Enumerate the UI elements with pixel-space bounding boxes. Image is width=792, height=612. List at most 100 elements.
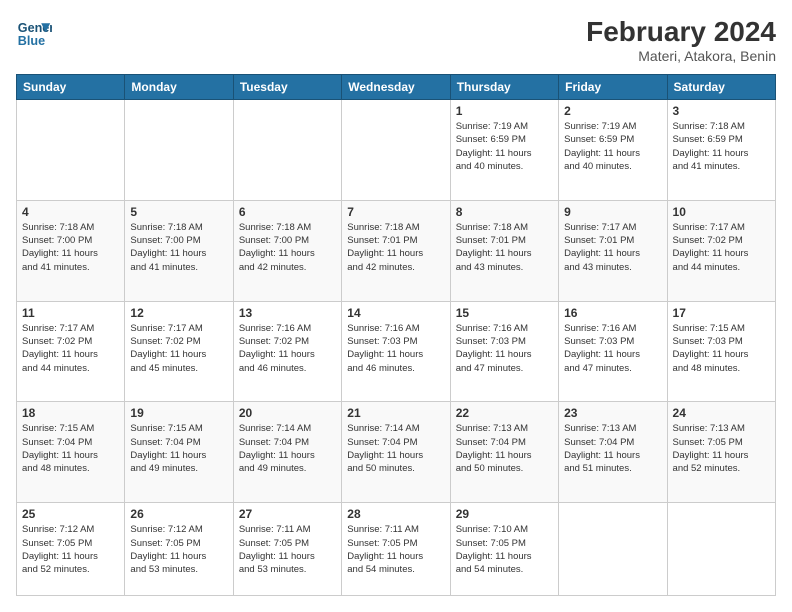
calendar-cell: 2Sunrise: 7:19 AM Sunset: 6:59 PM Daylig… <box>559 100 667 201</box>
cell-content: Sunrise: 7:17 AM Sunset: 7:01 PM Dayligh… <box>564 221 661 274</box>
calendar-cell: 16 Sunrise: 7:16 AM Sunset: 7:03 PM Dayli… <box>559 301 667 402</box>
calendar-body: 1 Sunrise: 7:19 AM Sunset: 6:59 PM Daylig… <box>17 100 776 596</box>
calendar-header-row: SundayMondayTuesdayWednesdayThursdayFrid… <box>17 75 776 100</box>
cell-content: Sunrise: 7:14 AM Sunset: 7:04 PM Dayligh… <box>347 422 444 475</box>
day-number: 17 <box>673 306 770 320</box>
cell-content: Sunrise: 7:12 AM Sunset: 7:05 PM Dayligh… <box>22 523 119 576</box>
cell-content: Sunrise: 7:16 AM Sunset: 7:03 PM Dayligh… <box>347 322 444 375</box>
logo: General Blue <box>16 16 52 52</box>
calendar-cell: 19Sunrise: 7:15 AM Sunset: 7:04 PM Dayli… <box>125 402 233 503</box>
day-number: 27 <box>239 507 336 521</box>
calendar-cell: 7Sunrise: 7:18 AM Sunset: 7:01 PM Daylig… <box>342 200 450 301</box>
week-row-4: 18 Sunrise: 7:15 AM Sunset: 7:04 PM Dayli… <box>17 402 776 503</box>
day-number: 12 <box>130 306 227 320</box>
calendar-cell: 27Sunrise: 7:11 AM Sunset: 7:05 PM Dayli… <box>233 503 341 596</box>
cell-content: Sunrise: 7:18 AM Sunset: 6:59 PM Dayligh… <box>673 120 770 173</box>
day-number: 4 <box>22 205 119 219</box>
calendar-cell <box>342 100 450 201</box>
day-number: 11 <box>22 306 119 320</box>
calendar-cell: 5 Sunrise: 7:18 AM Sunset: 7:00 PM Daylig… <box>125 200 233 301</box>
subtitle: Materi, Atakora, Benin <box>586 48 776 64</box>
cell-content: Sunrise: 7:19 AM Sunset: 6:59 PM Dayligh… <box>564 120 661 173</box>
main-title: February 2024 <box>586 16 776 48</box>
day-number: 1 <box>456 104 553 118</box>
cell-content: Sunrise: 7:18 AM Sunset: 7:00 PM Dayligh… <box>239 221 336 274</box>
cell-content: Sunrise: 7:13 AM Sunset: 7:04 PM Dayligh… <box>564 422 661 475</box>
day-number: 29 <box>456 507 553 521</box>
cell-content: Sunrise: 7:10 AM Sunset: 7:05 PM Dayligh… <box>456 523 553 576</box>
day-number: 25 <box>22 507 119 521</box>
day-number: 21 <box>347 406 444 420</box>
cell-content: Sunrise: 7:17 AM Sunset: 7:02 PM Dayligh… <box>22 322 119 375</box>
day-number: 8 <box>456 205 553 219</box>
day-number: 22 <box>456 406 553 420</box>
cell-content: Sunrise: 7:18 AM Sunset: 7:00 PM Dayligh… <box>22 221 119 274</box>
cell-content: Sunrise: 7:14 AM Sunset: 7:04 PM Dayligh… <box>239 422 336 475</box>
calendar-cell: 6 Sunrise: 7:18 AM Sunset: 7:00 PM Daylig… <box>233 200 341 301</box>
calendar-cell: 13 Sunrise: 7:16 AM Sunset: 7:02 PM Dayli… <box>233 301 341 402</box>
cell-content: Sunrise: 7:18 AM Sunset: 7:00 PM Dayligh… <box>130 221 227 274</box>
calendar-cell: 10Sunrise: 7:17 AM Sunset: 7:02 PM Dayli… <box>667 200 775 301</box>
calendar-header-sunday: Sunday <box>17 75 125 100</box>
calendar-cell <box>125 100 233 201</box>
page: General Blue February 2024 Materi, Atako… <box>0 0 792 612</box>
calendar-cell: 20Sunrise: 7:14 AM Sunset: 7:04 PM Dayli… <box>233 402 341 503</box>
day-number: 6 <box>239 205 336 219</box>
day-number: 18 <box>22 406 119 420</box>
cell-content: Sunrise: 7:16 AM Sunset: 7:03 PM Dayligh… <box>564 322 661 375</box>
calendar-cell: 28 Sunrise: 7:11 AM Sunset: 7:05 PM Dayli… <box>342 503 450 596</box>
calendar-header-friday: Friday <box>559 75 667 100</box>
calendar-table: SundayMondayTuesdayWednesdayThursdayFrid… <box>16 74 776 596</box>
cell-content: Sunrise: 7:12 AM Sunset: 7:05 PM Dayligh… <box>130 523 227 576</box>
calendar-cell: 25 Sunrise: 7:12 AM Sunset: 7:05 PM Dayli… <box>17 503 125 596</box>
header: General Blue February 2024 Materi, Atako… <box>16 16 776 64</box>
cell-content: Sunrise: 7:19 AM Sunset: 6:59 PM Dayligh… <box>456 120 553 173</box>
calendar-header-tuesday: Tuesday <box>233 75 341 100</box>
cell-content: Sunrise: 7:13 AM Sunset: 7:05 PM Dayligh… <box>673 422 770 475</box>
day-number: 15 <box>456 306 553 320</box>
svg-text:Blue: Blue <box>18 34 45 48</box>
day-number: 14 <box>347 306 444 320</box>
calendar-cell: 3 Sunrise: 7:18 AM Sunset: 6:59 PM Daylig… <box>667 100 775 201</box>
calendar-cell: 17 Sunrise: 7:15 AM Sunset: 7:03 PM Dayli… <box>667 301 775 402</box>
calendar-cell: 22Sunrise: 7:13 AM Sunset: 7:04 PM Dayli… <box>450 402 558 503</box>
cell-content: Sunrise: 7:18 AM Sunset: 7:01 PM Dayligh… <box>347 221 444 274</box>
calendar-cell: 26 Sunrise: 7:12 AM Sunset: 7:05 PM Dayli… <box>125 503 233 596</box>
calendar-cell: 24 Sunrise: 7:13 AM Sunset: 7:05 PM Dayli… <box>667 402 775 503</box>
calendar-cell: 14 Sunrise: 7:16 AM Sunset: 7:03 PM Dayli… <box>342 301 450 402</box>
day-number: 19 <box>130 406 227 420</box>
day-number: 23 <box>564 406 661 420</box>
calendar-cell: 4 Sunrise: 7:18 AM Sunset: 7:00 PM Daylig… <box>17 200 125 301</box>
day-number: 9 <box>564 205 661 219</box>
calendar-cell: 23 Sunrise: 7:13 AM Sunset: 7:04 PM Dayli… <box>559 402 667 503</box>
calendar-header-wednesday: Wednesday <box>342 75 450 100</box>
logo-icon: General Blue <box>16 16 52 52</box>
day-number: 13 <box>239 306 336 320</box>
day-number: 26 <box>130 507 227 521</box>
calendar-cell: 12Sunrise: 7:17 AM Sunset: 7:02 PM Dayli… <box>125 301 233 402</box>
calendar-cell: 8 Sunrise: 7:18 AM Sunset: 7:01 PM Daylig… <box>450 200 558 301</box>
cell-content: Sunrise: 7:18 AM Sunset: 7:01 PM Dayligh… <box>456 221 553 274</box>
day-number: 28 <box>347 507 444 521</box>
calendar-cell: 21 Sunrise: 7:14 AM Sunset: 7:04 PM Dayli… <box>342 402 450 503</box>
cell-content: Sunrise: 7:17 AM Sunset: 7:02 PM Dayligh… <box>673 221 770 274</box>
calendar-cell <box>233 100 341 201</box>
calendar-cell: 11 Sunrise: 7:17 AM Sunset: 7:02 PM Dayli… <box>17 301 125 402</box>
title-section: February 2024 Materi, Atakora, Benin <box>586 16 776 64</box>
cell-content: Sunrise: 7:15 AM Sunset: 7:03 PM Dayligh… <box>673 322 770 375</box>
day-number: 16 <box>564 306 661 320</box>
week-row-5: 25 Sunrise: 7:12 AM Sunset: 7:05 PM Dayli… <box>17 503 776 596</box>
calendar-cell: 18 Sunrise: 7:15 AM Sunset: 7:04 PM Dayli… <box>17 402 125 503</box>
calendar-cell <box>559 503 667 596</box>
day-number: 5 <box>130 205 227 219</box>
calendar-header-thursday: Thursday <box>450 75 558 100</box>
day-number: 24 <box>673 406 770 420</box>
cell-content: Sunrise: 7:15 AM Sunset: 7:04 PM Dayligh… <box>22 422 119 475</box>
cell-content: Sunrise: 7:16 AM Sunset: 7:02 PM Dayligh… <box>239 322 336 375</box>
calendar-cell <box>17 100 125 201</box>
calendar-header-monday: Monday <box>125 75 233 100</box>
calendar-cell <box>667 503 775 596</box>
day-number: 3 <box>673 104 770 118</box>
calendar-header-saturday: Saturday <box>667 75 775 100</box>
cell-content: Sunrise: 7:11 AM Sunset: 7:05 PM Dayligh… <box>347 523 444 576</box>
